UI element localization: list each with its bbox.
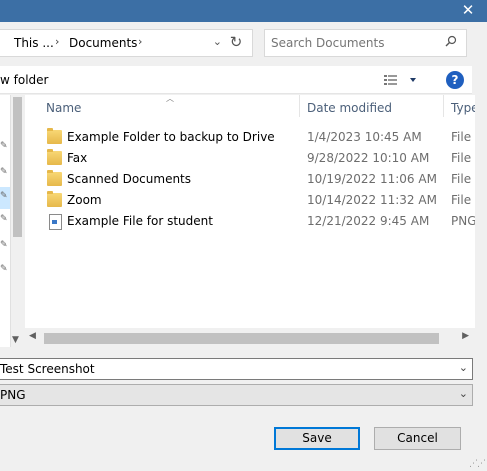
file-name: Scanned Documents xyxy=(67,172,192,186)
column-divider[interactable] xyxy=(299,95,300,117)
search-box[interactable] xyxy=(264,29,467,57)
column-header-type[interactable]: Type xyxy=(451,95,475,122)
sort-ascending-icon: ︿ xyxy=(166,95,174,103)
scroll-right-icon[interactable]: ▶ xyxy=(462,331,469,341)
scroll-left-icon[interactable]: ◀ xyxy=(29,331,36,341)
new-folder-button[interactable]: w folder xyxy=(0,73,48,87)
cancel-button[interactable]: Cancel xyxy=(374,427,461,450)
file-date: 12/21/2022 9:45 AM xyxy=(307,214,430,228)
search-input[interactable] xyxy=(271,36,431,50)
pin-icon: ✎ xyxy=(0,191,8,201)
file-name-input[interactable] xyxy=(0,362,440,376)
command-bar: w folder ? xyxy=(0,66,472,94)
file-type-select[interactable]: PNG ⌄ xyxy=(0,384,473,406)
close-icon: ✕ xyxy=(461,1,475,19)
folder-icon xyxy=(47,191,62,207)
column-header-date-modified[interactable]: Date modified xyxy=(307,95,392,122)
pin-icon: ✎ xyxy=(0,214,8,224)
file-date: 9/28/2022 10:10 AM xyxy=(307,151,430,165)
file-name: Example Folder to backup to Drive xyxy=(67,130,275,144)
file-row[interactable]: Scanned Documents 10/19/2022 11:06 AM Fi… xyxy=(25,169,475,190)
navigation-scrollbar[interactable]: ▼ xyxy=(10,95,24,347)
file-type-value: PNG xyxy=(0,388,26,402)
file-name: Example File for student xyxy=(67,214,213,228)
file-row[interactable]: Example File for student 12/21/2022 9:45… xyxy=(25,211,475,232)
chevron-down-icon[interactable]: ⌄ xyxy=(459,361,468,374)
view-list-icon xyxy=(384,75,416,85)
close-button[interactable]: ✕ xyxy=(449,0,487,22)
search-icon[interactable] xyxy=(445,35,457,51)
file-date: 1/4/2023 10:45 AM xyxy=(307,130,422,144)
file-type: File fc xyxy=(451,193,475,207)
breadcrumb-this-pc[interactable]: This ... xyxy=(14,36,54,50)
pin-icon: ✎ xyxy=(0,240,8,250)
pin-icon: ✎ xyxy=(0,264,8,274)
help-icon: ? xyxy=(451,73,459,87)
folder-icon xyxy=(47,149,62,165)
title-bar: ✕ xyxy=(0,0,487,22)
image-file-icon xyxy=(49,214,62,230)
pin-icon: ✎ xyxy=(0,141,8,151)
refresh-icon: ↻ xyxy=(229,33,243,51)
address-history-dropdown-icon[interactable]: ⌄ xyxy=(213,35,222,48)
file-row[interactable]: Example Folder to backup to Drive 1/4/20… xyxy=(25,127,475,148)
navigation-scroll-thumb[interactable] xyxy=(13,97,22,237)
address-bar[interactable]: This ... › Documents › ⌄ xyxy=(0,29,253,57)
file-date: 10/14/2022 11:32 AM xyxy=(307,193,437,207)
pin-icon: ✎ xyxy=(0,167,8,177)
file-row[interactable]: Zoom 10/14/2022 11:32 AM File fc xyxy=(25,190,475,211)
scroll-down-icon[interactable]: ▼ xyxy=(12,335,19,345)
file-name: Fax xyxy=(67,151,88,165)
horizontal-scroll-thumb[interactable] xyxy=(44,333,439,344)
file-name-field[interactable]: ⌄ xyxy=(0,358,473,380)
refresh-button[interactable]: ↻ xyxy=(222,31,250,55)
horizontal-scrollbar[interactable]: ◀ ▶ xyxy=(25,330,475,347)
file-type: File fc xyxy=(451,172,475,186)
chevron-down-icon[interactable]: ⌄ xyxy=(459,387,468,400)
file-name: Zoom xyxy=(67,193,102,207)
view-options-button[interactable] xyxy=(383,71,419,89)
folder-icon xyxy=(47,170,62,186)
column-divider[interactable] xyxy=(443,95,444,117)
file-row[interactable]: Fax 9/28/2022 10:10 AM File fc xyxy=(25,148,475,169)
breadcrumb-separator-icon[interactable]: › xyxy=(138,35,142,48)
file-type: PNG xyxy=(451,214,475,228)
resize-grip-icon[interactable]: ⋰⋰ xyxy=(469,459,486,469)
navigation-pane[interactable]: ✎ ✎ ✎ ✎ ✎ ✎ xyxy=(0,95,10,347)
column-header-name[interactable]: Name xyxy=(46,95,81,122)
file-type: File fc xyxy=(451,151,475,165)
folder-icon xyxy=(47,128,62,144)
save-button[interactable]: Save xyxy=(274,427,360,450)
breadcrumb-separator-icon[interactable]: › xyxy=(55,35,59,48)
breadcrumb-documents[interactable]: Documents xyxy=(69,36,137,50)
file-list[interactable]: ︿ Name Date modified Type Example Folder… xyxy=(25,95,475,328)
file-type: File fc xyxy=(451,130,475,144)
help-button[interactable]: ? xyxy=(446,71,464,89)
file-date: 10/19/2022 11:06 AM xyxy=(307,172,437,186)
